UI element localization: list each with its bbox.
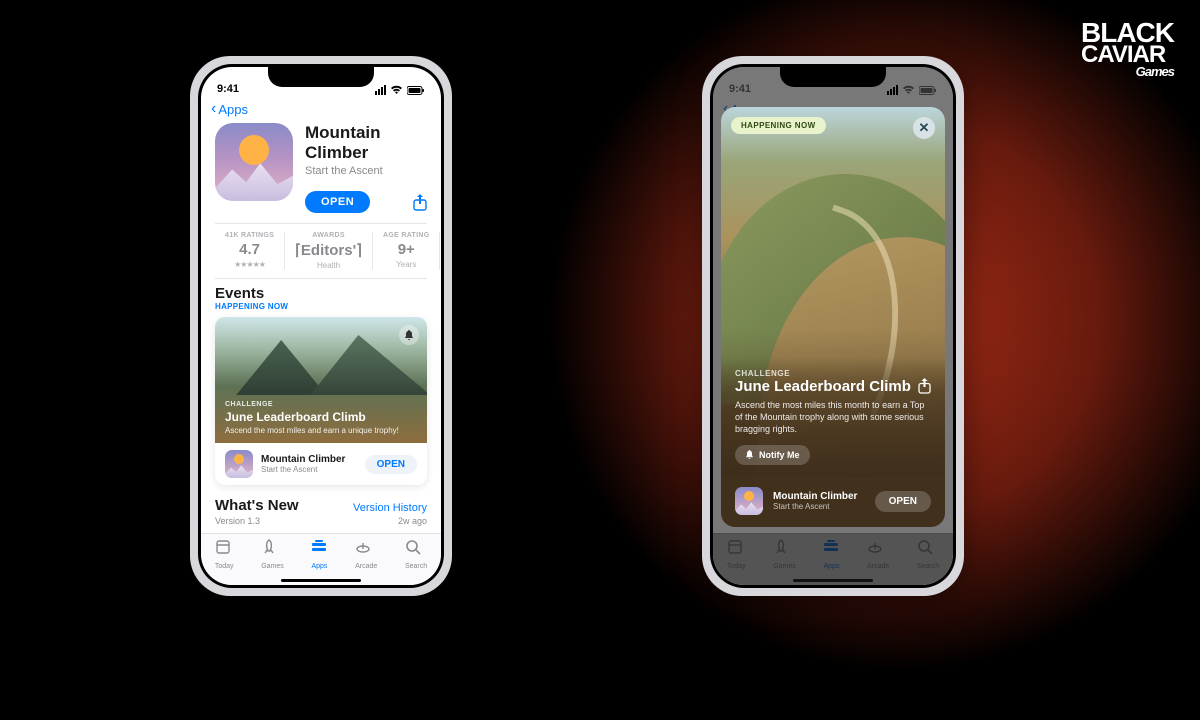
bell-icon [745, 450, 754, 460]
phone-event-detail: 9:41 ‹ Apps Mountain Climber HAPPENING N… [702, 56, 964, 596]
apps-icon [311, 539, 327, 555]
open-button[interactable]: OPEN [305, 191, 370, 213]
close-button[interactable]: ✕ [913, 117, 935, 139]
app-icon-small [225, 450, 253, 478]
app-subtitle: Start the Ascent [305, 165, 427, 177]
tab-label: Games [261, 563, 284, 570]
metric-head: AGE RATING [383, 232, 429, 239]
notch [780, 67, 886, 87]
event-open-button[interactable]: OPEN [365, 455, 417, 474]
share-icon[interactable] [918, 378, 931, 394]
metric-head: 41K RATINGS [225, 232, 274, 239]
event-modal: HAPPENING NOW ✕ CHALLENGE June Leaderboa… [721, 107, 945, 527]
metric-ratings: 41K RATINGS 4.7 ★★★★★ [215, 232, 285, 270]
tab-arcade[interactable]: Arcade [355, 539, 377, 573]
status-time: 9:41 [729, 83, 751, 95]
happening-badge: HAPPENING NOW [215, 302, 427, 311]
tab-label: Arcade [355, 563, 377, 570]
version-label: Version 1.3 [215, 516, 260, 526]
events-header: Events HAPPENING NOW [201, 279, 441, 313]
metric-foot: Health [295, 261, 362, 270]
metrics-row[interactable]: 41K RATINGS 4.7 ★★★★★ AWARDS ⌈Editors'⌉ … [201, 224, 441, 278]
arcade-icon [355, 539, 377, 555]
search-icon [405, 539, 427, 555]
event-overline: CHALLENGE [225, 401, 417, 408]
event-footer: Mountain Climber Start the Ascent OPEN [215, 443, 427, 485]
back-button[interactable]: ‹ Apps [201, 97, 441, 119]
wifi-icon [902, 85, 915, 95]
metric-value: 9+ [383, 241, 429, 258]
tab-label: Apps [311, 563, 327, 570]
metric-age: AGE RATING 9+ Years [373, 232, 440, 270]
whats-new-title: What's New [215, 497, 299, 514]
tab-today[interactable]: Today [215, 539, 234, 573]
tab-label: Today [215, 563, 234, 570]
version-history-link[interactable]: Version History [353, 502, 427, 514]
tab-search[interactable]: Search [405, 539, 427, 573]
tab-apps[interactable]: Apps [311, 539, 327, 573]
event-footer-sub: Start the Ascent [261, 465, 357, 474]
whats-new-header: What's New Version History [201, 489, 441, 516]
battery-icon [407, 86, 425, 95]
metric-head: AWARDS [295, 232, 362, 239]
metric-charts: CHARTS #3 Health & F… [440, 232, 441, 270]
tab-label: Search [405, 563, 427, 570]
notify-bell-button[interactable] [399, 325, 419, 345]
signal-icon [887, 85, 898, 95]
chevron-left-icon: ‹ [211, 101, 216, 117]
app-icon-small [735, 487, 763, 515]
modal-hero: HAPPENING NOW ✕ CHALLENGE June Leaderboa… [721, 107, 945, 477]
home-indicator[interactable] [281, 579, 361, 582]
battery-icon [919, 86, 937, 95]
notify-button[interactable]: Notify Me [735, 445, 810, 465]
modal-open-button[interactable]: OPEN [875, 491, 931, 512]
metric-value: 4.7 [225, 241, 274, 258]
event-title: June Leaderboard Climb [225, 410, 417, 424]
notch [268, 67, 374, 87]
modal-title: June Leaderboard Climb [735, 378, 911, 395]
back-label: Apps [218, 102, 248, 117]
modal-overline: CHALLENGE [735, 369, 931, 378]
phone-appstore-page: 9:41 ‹ Apps Mountain Climber Start the [190, 56, 452, 596]
event-footer-app: Mountain Climber [261, 454, 357, 465]
modal-footer-app: Mountain Climber [773, 491, 865, 502]
metric-foot: Years [383, 260, 429, 269]
app-header: Mountain Climber Start the Ascent OPEN [201, 119, 441, 223]
wifi-icon [390, 85, 403, 95]
modal-body: CHALLENGE June Leaderboard Climb Ascend … [721, 357, 945, 477]
event-subtitle: Ascend the most miles and earn a unique … [225, 426, 417, 435]
whats-new-sub: Version 1.3 2w ago [201, 516, 441, 526]
brand-line3: Games [1081, 67, 1174, 78]
app-icon[interactable] [215, 123, 293, 201]
notify-label: Notify Me [759, 450, 800, 460]
rocket-icon [261, 539, 284, 555]
brand-logo: BLACK CAVIAR Games [1081, 22, 1174, 77]
version-age: 2w ago [398, 516, 427, 526]
share-icon[interactable] [413, 194, 427, 211]
events-title: Events [215, 285, 427, 302]
event-hero: CHALLENGE June Leaderboard Climb Ascend … [215, 317, 427, 443]
event-card[interactable]: CHALLENGE June Leaderboard Climb Ascend … [215, 317, 427, 485]
tab-bar: Today Games Apps Arcade Search [201, 533, 441, 585]
metric-foot: ★★★★★ [225, 260, 274, 269]
brand-line2: CAVIAR [1081, 45, 1174, 65]
tab-games[interactable]: Games [261, 539, 284, 573]
modal-happening-badge: HAPPENING NOW [731, 117, 826, 134]
modal-footer: Mountain Climber Start the Ascent OPEN [721, 477, 945, 527]
modal-footer-sub: Start the Ascent [773, 502, 865, 511]
modal-description: Ascend the most miles this month to earn… [735, 399, 931, 435]
status-time: 9:41 [217, 83, 239, 95]
signal-icon [375, 85, 386, 95]
app-title: Mountain Climber [305, 123, 427, 163]
metric-awards: AWARDS ⌈Editors'⌉ Health [285, 232, 373, 270]
today-icon [215, 539, 234, 555]
metric-value: ⌈Editors'⌉ [295, 241, 362, 259]
